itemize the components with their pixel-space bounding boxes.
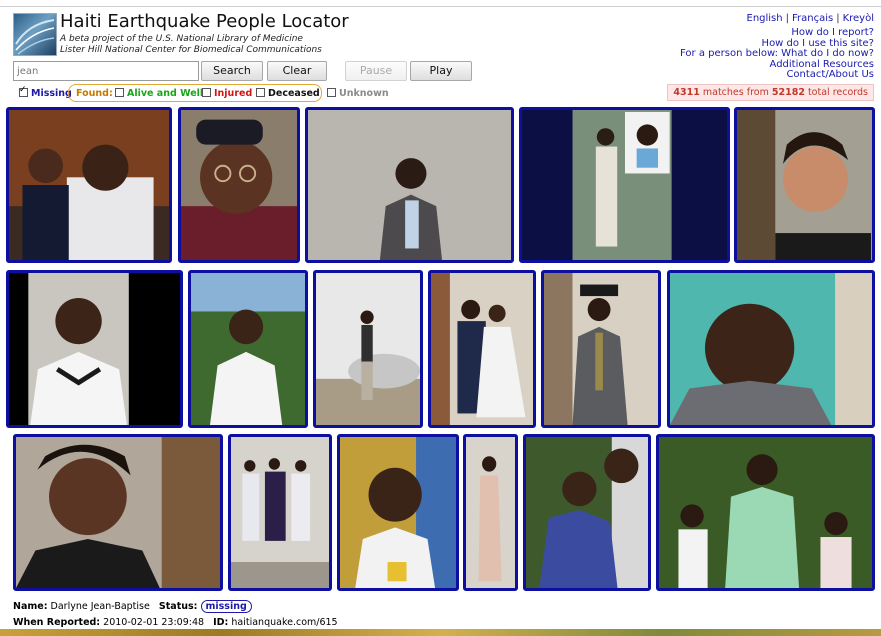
subtitle-library: A beta project of the U.S. National Libr… xyxy=(60,34,303,44)
filter-injured[interactable]: Injured xyxy=(202,88,252,99)
name-label: Name: xyxy=(13,601,48,612)
id-label: ID: xyxy=(213,617,229,628)
record-id: haitianquake.com/615 xyxy=(231,617,338,628)
filter-missing-label: Missing xyxy=(31,88,72,99)
top-divider xyxy=(0,6,881,7)
photo-10[interactable] xyxy=(541,270,661,428)
selected-name: Darlyne Jean-Baptise xyxy=(50,601,150,612)
photo-4[interactable] xyxy=(519,107,730,263)
photo-8[interactable] xyxy=(313,270,423,428)
alive-checkbox[interactable] xyxy=(115,88,124,97)
found-label: Found: xyxy=(76,88,113,99)
photo-17[interactable] xyxy=(656,434,875,591)
filter-missing[interactable]: Missing xyxy=(19,85,72,99)
total-records: 52182 xyxy=(771,87,805,98)
photo-2[interactable] xyxy=(178,107,300,263)
photo-1[interactable] xyxy=(6,107,172,263)
photo-7[interactable] xyxy=(188,270,308,428)
photo-12[interactable] xyxy=(13,434,223,591)
photo-16[interactable] xyxy=(523,434,651,591)
pause-button[interactable]: Pause xyxy=(345,61,407,81)
match-count-badge: 4311 matches from 52182 total records xyxy=(667,84,874,101)
selected-person-line: Name: Darlyne Jean-Baptise Status: missi… xyxy=(13,600,252,613)
photo-5[interactable] xyxy=(734,107,875,263)
clear-button[interactable]: Clear xyxy=(267,61,327,81)
lang-kreyol-link[interactable]: Kreyòl xyxy=(843,13,874,24)
lang-french-link[interactable]: Français xyxy=(792,13,833,24)
photo-9[interactable] xyxy=(428,270,536,428)
bottom-image-strip xyxy=(0,629,881,636)
filter-alive[interactable]: Alive and Well xyxy=(115,88,203,99)
help-what-now-link[interactable]: For a person below: What do I do now? xyxy=(680,48,874,60)
reported-label: When Reported: xyxy=(13,617,101,628)
search-button[interactable]: Search xyxy=(201,61,263,81)
lang-english-link[interactable]: English xyxy=(747,13,783,24)
status-badge: missing xyxy=(200,600,252,613)
photo-11[interactable] xyxy=(667,270,875,428)
nlm-logo xyxy=(13,13,57,56)
help-links: How do I report? How do I use this site?… xyxy=(680,27,874,81)
help-report-link[interactable]: How do I report? xyxy=(680,27,874,39)
filter-unknown[interactable]: Unknown xyxy=(327,88,389,99)
photo-13[interactable] xyxy=(228,434,332,591)
search-input[interactable] xyxy=(13,61,199,81)
filter-alive-label: Alive and Well xyxy=(127,88,204,99)
photo-14[interactable] xyxy=(337,434,459,591)
reported-time: 2010-02-01 23:09:48 xyxy=(103,617,205,628)
missing-checkbox[interactable] xyxy=(19,85,28,97)
help-contact-link[interactable]: Contact/About Us xyxy=(680,69,874,81)
filter-deceased-label: Deceased xyxy=(268,88,320,99)
match-count: 4311 xyxy=(673,87,700,98)
filter-unknown-label: Unknown xyxy=(339,88,389,99)
filter-deceased[interactable]: Deceased xyxy=(256,88,320,99)
photo-3[interactable] xyxy=(305,107,514,263)
unknown-checkbox[interactable] xyxy=(327,88,336,97)
selected-report-line: When Reported: 2010-02-01 23:09:48 ID: h… xyxy=(13,617,338,628)
photo-6[interactable] xyxy=(6,270,183,428)
injured-checkbox[interactable] xyxy=(202,88,211,97)
language-links: English | Français | Kreyòl xyxy=(746,13,875,24)
subtitle-center: Lister Hill National Center for Biomedic… xyxy=(60,45,322,55)
filter-injured-label: Injured xyxy=(214,88,253,99)
photo-15[interactable] xyxy=(463,434,518,591)
match-middle-text: matches from xyxy=(699,87,772,98)
status-label: Status: xyxy=(158,601,198,612)
deceased-checkbox[interactable] xyxy=(256,88,265,97)
page-title: Haiti Earthquake People Locator xyxy=(60,11,349,32)
match-suffix-text: total records xyxy=(804,87,868,98)
play-button[interactable]: Play xyxy=(410,61,472,81)
